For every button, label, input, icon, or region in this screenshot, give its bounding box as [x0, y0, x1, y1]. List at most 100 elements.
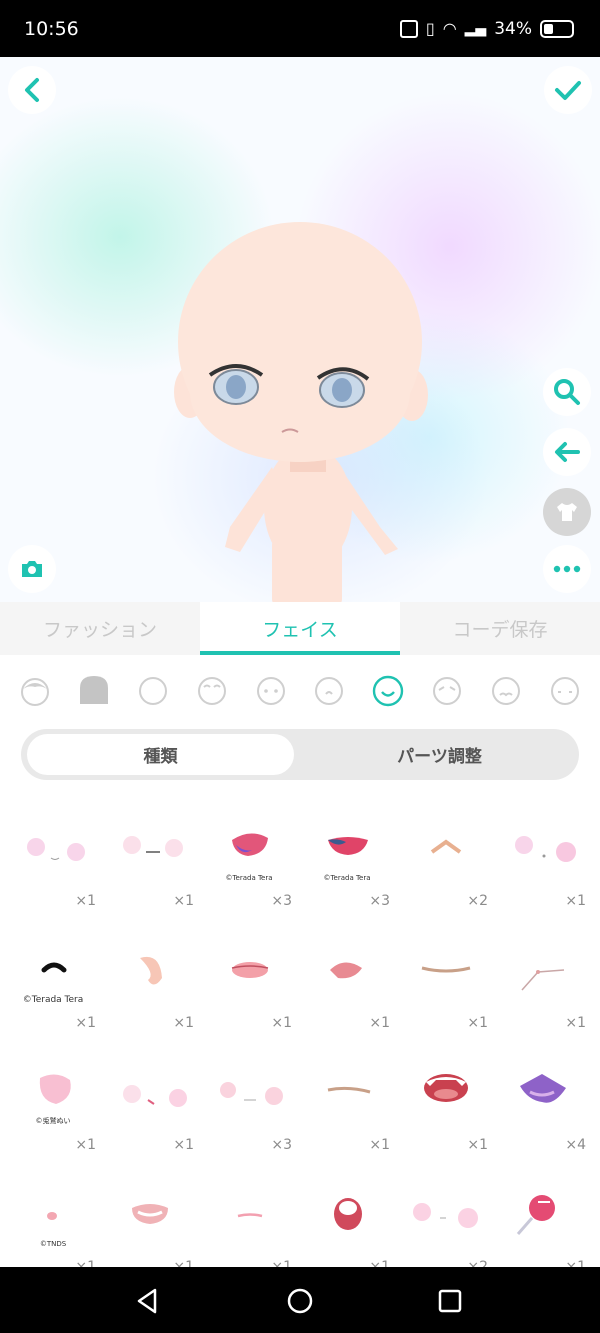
- part-item[interactable]: ×1: [396, 1044, 494, 1166]
- mouth-part-icon: [327, 1086, 371, 1094]
- category-face-shape[interactable]: [136, 674, 170, 708]
- status-bar: 10:56 ▯ ◠ ▂▄ 34%: [0, 0, 600, 57]
- mouth-part-icon: [237, 1213, 263, 1218]
- back-button[interactable]: [8, 66, 56, 114]
- part-item[interactable]: ×1: [298, 1166, 396, 1267]
- tab-fashion[interactable]: ファッション: [0, 602, 200, 655]
- part-item[interactable]: ×2: [396, 1166, 494, 1267]
- category-blush[interactable]: [548, 674, 582, 708]
- part-item[interactable]: ×1: [494, 922, 592, 1044]
- tab-coordinate-save[interactable]: コーデ保存: [400, 602, 600, 655]
- expression-icon: [432, 677, 461, 705]
- mouth-part-icon: [521, 969, 565, 991]
- arrow-left-icon: [555, 442, 580, 462]
- zoom-button[interactable]: [543, 368, 591, 416]
- part-item[interactable]: ×2: [396, 800, 494, 922]
- main-tabs: ファッション フェイス コーデ保存: [0, 602, 600, 655]
- parts-grid: ×1 ×1 ©Terada Tera ×3 ©Terada Tera ×3 ×2…: [0, 800, 600, 1267]
- nav-recents-button[interactable]: [430, 1281, 470, 1321]
- part-item[interactable]: ×1: [494, 1166, 592, 1267]
- category-mouth[interactable]: [371, 674, 405, 708]
- fang-mouth-part-icon: [132, 1204, 168, 1224]
- category-eyebrows[interactable]: [195, 674, 229, 708]
- mouth-icon: [372, 675, 404, 707]
- part-item[interactable]: ×1: [102, 1044, 200, 1166]
- part-item[interactable]: ×1: [200, 1166, 298, 1267]
- shirt-icon: [557, 503, 577, 521]
- blush-part-icon: [515, 836, 576, 862]
- category-hair-back[interactable]: [77, 674, 111, 708]
- status-time: 10:56: [24, 17, 79, 40]
- type-segment-control: 種類 パーツ調整: [21, 729, 579, 780]
- chevron-left-icon: [25, 78, 39, 102]
- camera-icon: [22, 561, 42, 577]
- category-expression[interactable]: [430, 674, 464, 708]
- nav-back-button[interactable]: [128, 1281, 168, 1321]
- more-button[interactable]: [543, 545, 591, 593]
- circle-home-icon: [287, 1288, 313, 1314]
- face-part-categories: [0, 655, 600, 727]
- camera-button[interactable]: [8, 545, 56, 593]
- part-item[interactable]: ×3: [200, 1044, 298, 1166]
- category-hair-front[interactable]: [18, 674, 52, 708]
- segment-parts-adjust[interactable]: パーツ調整: [306, 734, 573, 775]
- part-item[interactable]: ×1: [102, 800, 200, 922]
- eyebrows-icon: [197, 677, 226, 705]
- category-nose[interactable]: [312, 674, 346, 708]
- face-shape-icon: [138, 677, 167, 705]
- open-mouth-part-icon: [424, 1074, 468, 1102]
- part-item[interactable]: ×1: [102, 922, 200, 1044]
- part-item[interactable]: ©兎鷲ぬい ×1: [4, 1044, 102, 1166]
- category-eyes[interactable]: [254, 674, 288, 708]
- more-icon: [553, 565, 581, 573]
- nose-icon: [315, 677, 344, 705]
- check-icon: [555, 81, 581, 100]
- outfit-toggle-button[interactable]: [543, 488, 591, 536]
- confirm-button[interactable]: [544, 66, 592, 114]
- mouth-part-icon: [231, 962, 269, 978]
- battery-percent: 34%: [494, 18, 532, 39]
- avatar-figure: [174, 222, 428, 602]
- cheek-part-icon: [140, 956, 162, 985]
- part-item[interactable]: ×1: [4, 800, 102, 922]
- hair-back-icon: [80, 676, 109, 704]
- blush-part-icon: [123, 1085, 187, 1107]
- open-mouth-part-icon: [334, 1198, 362, 1230]
- part-item[interactable]: ×1: [298, 1044, 396, 1166]
- signal-icon: ▂▄: [464, 20, 487, 37]
- part-item[interactable]: ×1: [200, 922, 298, 1044]
- square-recents-icon: [438, 1289, 462, 1313]
- nav-home-button[interactable]: [280, 1281, 320, 1321]
- blush-icon: [550, 677, 579, 705]
- eyes-icon: [256, 677, 285, 705]
- mouth-part-icon: [330, 962, 362, 979]
- part-item[interactable]: ©Terada Tera ×3: [298, 800, 396, 922]
- status-icons: ▯ ◠ ▂▄ 34%: [399, 18, 574, 39]
- category-mustache[interactable]: [489, 674, 523, 708]
- vibrate-icon: ▯: [425, 19, 435, 38]
- avatar-stage: [0, 57, 600, 602]
- battery-icon: [540, 19, 574, 38]
- part-item[interactable]: ×4: [494, 1044, 592, 1166]
- part-item[interactable]: ×1: [298, 922, 396, 1044]
- part-item[interactable]: ©Terada Tera ×3: [200, 800, 298, 922]
- mouth-part-icon: [421, 966, 471, 973]
- tab-face[interactable]: フェイス: [200, 602, 400, 655]
- blush-part-icon: [27, 838, 85, 861]
- undo-button[interactable]: [543, 428, 591, 476]
- wifi-icon: ◠: [442, 19, 457, 38]
- mustache-icon: [491, 677, 520, 705]
- search-icon: [554, 379, 580, 405]
- part-item[interactable]: ©Terada Tera ×1: [4, 922, 102, 1044]
- part-item[interactable]: ×1: [494, 800, 592, 922]
- vampire-mouth-part-icon: [520, 1074, 566, 1103]
- blush-part-icon: [413, 1203, 478, 1228]
- hair-front-icon: [21, 678, 50, 706]
- segment-type[interactable]: 種類: [27, 734, 294, 775]
- triangle-back-icon: [137, 1288, 157, 1314]
- part-item[interactable]: ©TNDS ×1: [4, 1166, 102, 1267]
- blush-part-icon: [123, 836, 183, 857]
- part-item[interactable]: ×1: [102, 1166, 200, 1267]
- part-item[interactable]: ×1: [396, 922, 494, 1044]
- system-nav-bar: [0, 1267, 600, 1333]
